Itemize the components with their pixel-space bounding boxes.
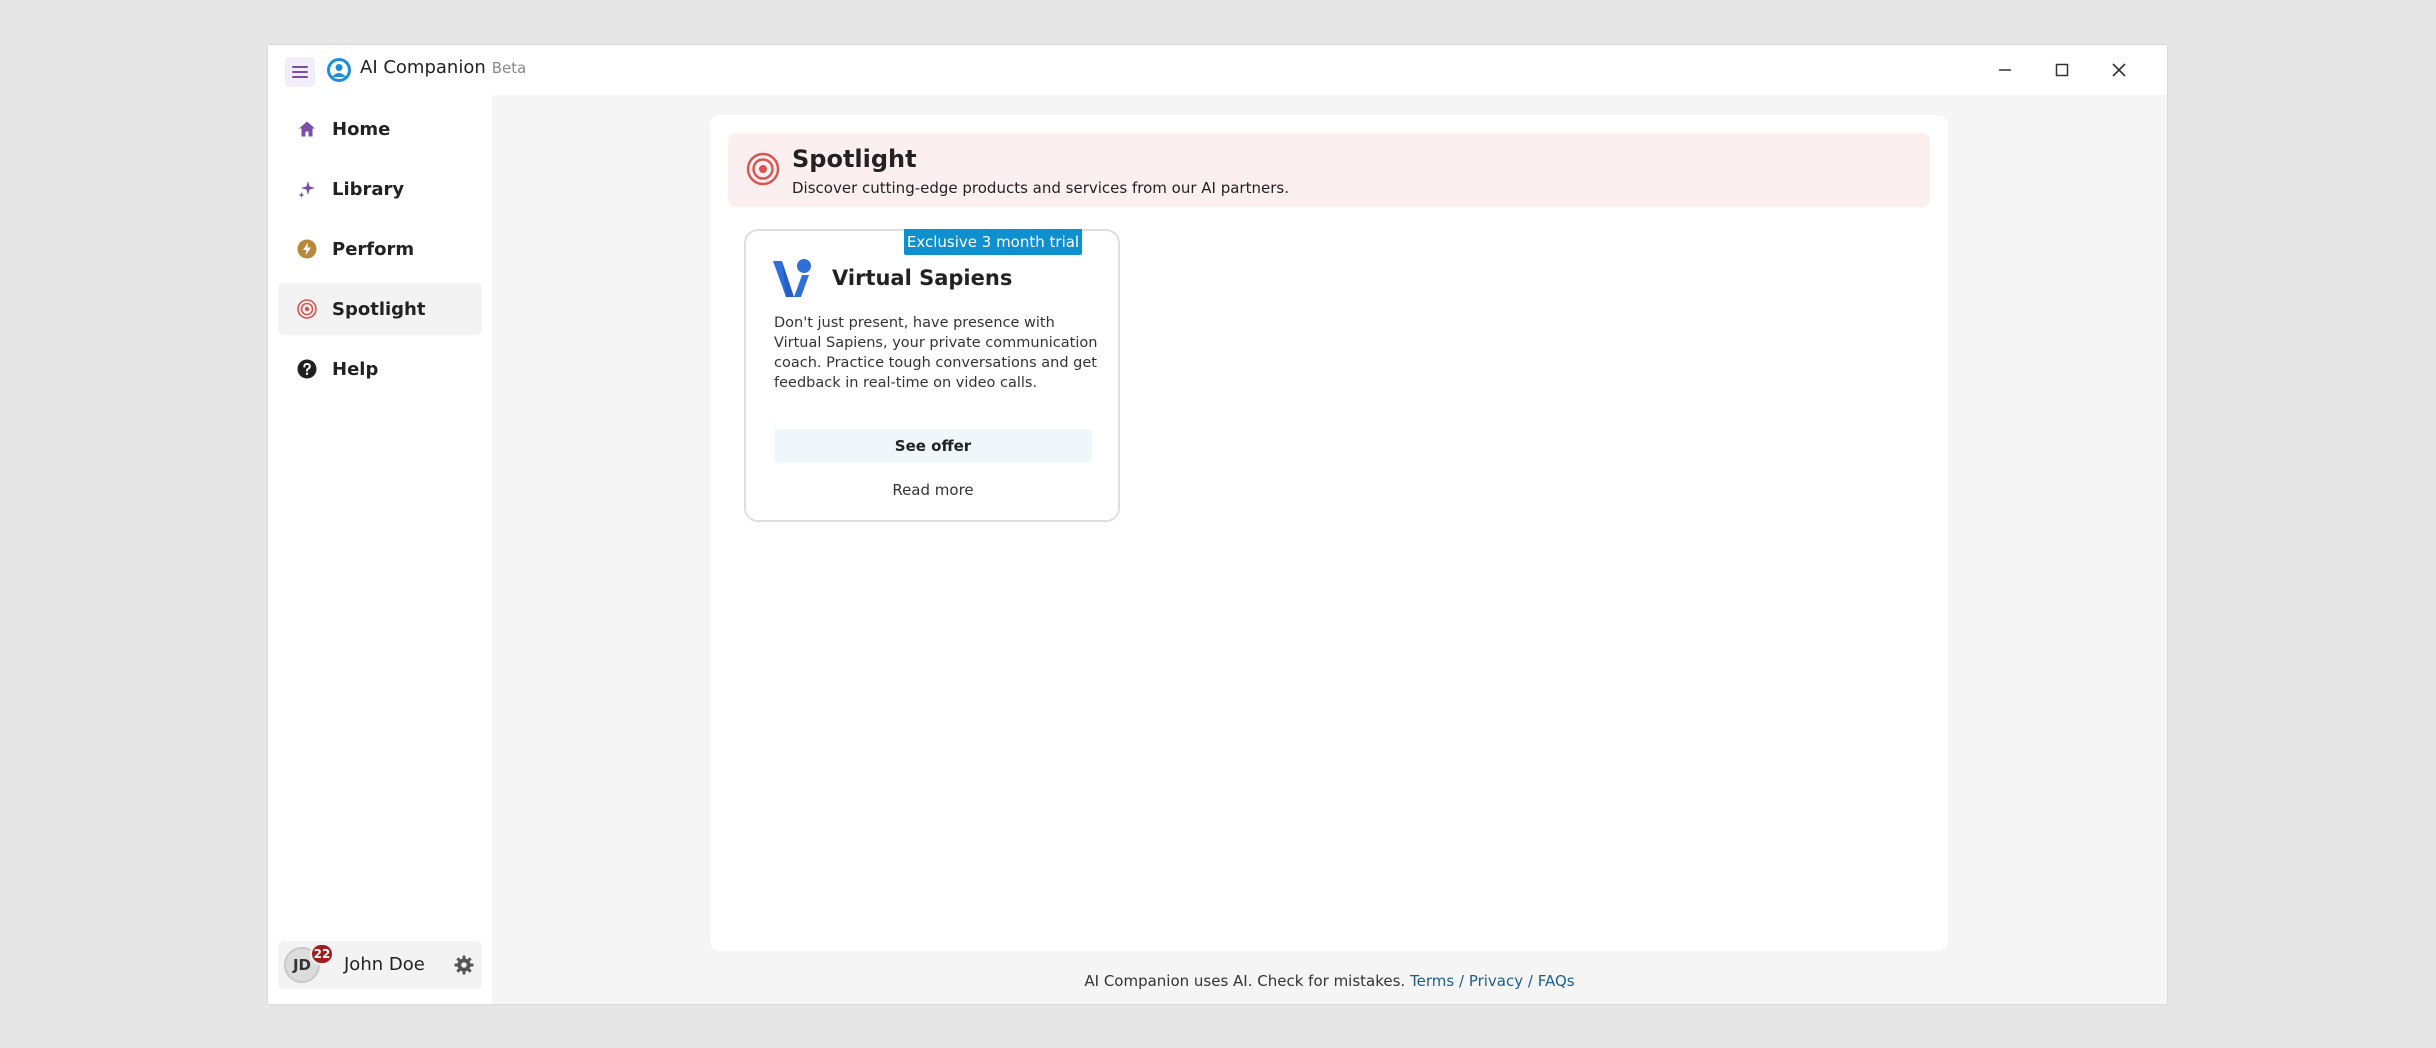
page-subtitle: Discover cutting-edge products and servi… — [792, 179, 1289, 197]
sidebar-item-label: Library — [332, 178, 405, 200]
hamburger-icon — [292, 66, 308, 78]
notification-badge: 22 — [310, 943, 334, 965]
sparkle-icon — [296, 178, 318, 200]
target-icon — [296, 298, 318, 320]
title-bar: AI Companion Beta — [268, 45, 2167, 95]
ai-companion-logo-icon — [327, 58, 351, 82]
footer-separator: / — [1458, 972, 1465, 990]
user-name: John Doe — [344, 954, 425, 975]
spotlight-banner: Spotlight Discover cutting-edge products… — [728, 133, 1930, 207]
sidebar-item-label: Perform — [332, 238, 415, 260]
main-content: Spotlight Discover cutting-edge products… — [710, 115, 1948, 951]
maximize-icon — [2055, 63, 2069, 77]
lightning-icon — [296, 238, 318, 260]
sidebar: Home Library Perform Spotlight Help JD 2… — [268, 95, 492, 1004]
sidebar-item-home[interactable]: Home — [278, 103, 482, 155]
privacy-link[interactable]: Privacy — [1469, 972, 1523, 990]
app-title: AI Companion Beta — [360, 57, 526, 78]
hamburger-menu-button[interactable] — [285, 57, 315, 87]
target-icon — [746, 152, 780, 186]
partner-offer-card: Exclusive 3 month trial Virtual Sapiens … — [744, 229, 1120, 522]
close-icon — [2112, 63, 2126, 77]
partner-name: Virtual Sapiens — [832, 266, 1013, 290]
read-more-button[interactable]: Read more — [774, 475, 1092, 505]
sidebar-item-library[interactable]: Library — [278, 163, 482, 215]
sidebar-item-label: Home — [332, 118, 391, 140]
sidebar-item-help[interactable]: Help — [278, 343, 482, 395]
gear-icon[interactable] — [454, 955, 474, 975]
beta-label: Beta — [491, 59, 527, 77]
faqs-link[interactable]: FAQs — [1538, 972, 1575, 990]
partner-description: Don't just present, have presence with V… — [774, 315, 1098, 391]
footer-separator: / — [1527, 972, 1533, 990]
home-icon — [296, 118, 318, 140]
virtual-sapiens-logo-icon — [773, 259, 811, 297]
sidebar-item-label: Help — [332, 358, 379, 380]
footer: AI Companion uses AI. Check for mistakes… — [492, 972, 2167, 990]
sidebar-item-spotlight[interactable]: Spotlight — [278, 283, 482, 335]
page-title: Spotlight — [792, 145, 917, 173]
minimize-icon — [1999, 69, 2011, 71]
help-icon — [296, 358, 318, 380]
maximize-button[interactable] — [2045, 55, 2079, 85]
sidebar-item-label: Spotlight — [332, 298, 426, 320]
minimize-button[interactable] — [1988, 55, 2022, 85]
app-title-text: AI Companion — [360, 57, 486, 78]
user-profile[interactable]: JD 22 John Doe — [278, 941, 482, 989]
trial-tag: Exclusive 3 month trial — [904, 229, 1082, 255]
close-button[interactable] — [2102, 55, 2136, 85]
footer-disclaimer: AI Companion uses AI. Check for mistakes… — [1084, 972, 1406, 990]
sidebar-item-perform[interactable]: Perform — [278, 223, 482, 275]
terms-link[interactable]: Terms — [1410, 972, 1454, 990]
see-offer-button[interactable]: See offer — [774, 429, 1092, 463]
app-window: AI Companion Beta Home Library Perform S… — [268, 45, 2167, 1004]
